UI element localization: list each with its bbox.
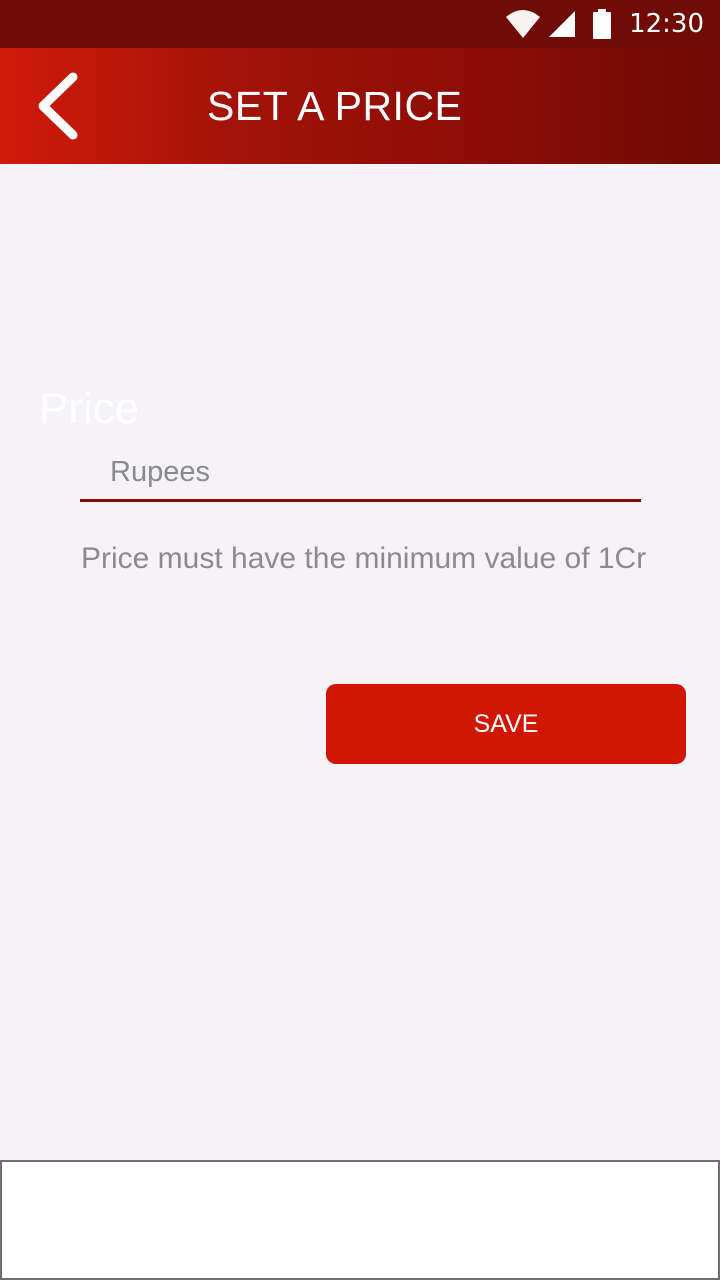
app-bar: SET A PRICE <box>0 48 720 164</box>
price-helper-text: Price must have the minimum value of 1Cr <box>81 542 647 575</box>
status-time: 12:30 <box>629 9 704 39</box>
status-bar: 12:30 <box>0 0 720 48</box>
price-label: Price <box>39 384 140 433</box>
cellular-signal-icon <box>547 9 577 39</box>
bottom-panel <box>0 1160 720 1280</box>
chevron-left-icon <box>33 71 83 145</box>
page-title: SET A PRICE <box>207 83 463 129</box>
status-icons: 12:30 <box>505 0 704 48</box>
back-button[interactable] <box>22 72 94 144</box>
battery-icon <box>593 9 612 39</box>
wifi-icon <box>505 9 541 39</box>
price-input[interactable] <box>80 446 641 502</box>
save-button[interactable]: SAVE <box>326 684 686 764</box>
